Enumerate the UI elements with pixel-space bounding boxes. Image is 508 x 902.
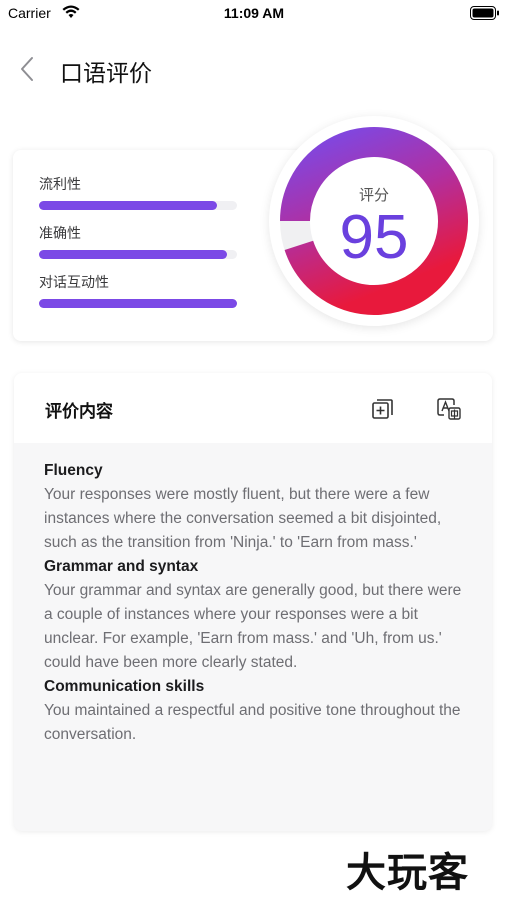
metric-fill-interaction [39,299,237,308]
evaluation-header: 评价内容 [14,373,492,443]
section-heading-communication: Communication skills [44,678,205,695]
status-bar: Carrier 11:09 AM [0,0,508,26]
evaluation-body: Fluency Your responses were mostly fluen… [44,459,464,747]
translate-button[interactable] [435,395,463,423]
copy-add-icon [372,399,393,419]
evaluation-card: 评价内容 Fluency Your responses were mostly … [14,373,492,831]
back-button[interactable] [14,52,44,86]
section-text-fluency: Your responses were mostly fluent, but t… [44,486,442,551]
metric-bar-fluency [39,201,237,210]
score-ring: 评分 95 [269,116,479,326]
evaluation-title: 评价内容 [45,402,113,422]
copy-button[interactable] [369,395,397,423]
score-label: 评分 [358,186,389,204]
metric-label-interaction: 对话互动性 [39,275,109,291]
status-time: 11:09 AM [223,5,285,21]
metric-label-fluency: 流利性 [39,177,81,193]
watermark-logo: 大玩客 [346,850,469,896]
metric-bar-interaction [39,299,237,308]
translate-icon [437,398,461,420]
section-heading-grammar: Grammar and syntax [44,558,199,575]
score-value: 95 [339,203,409,272]
metric-fill-accuracy [39,250,228,259]
section-text-communication: You maintained a respectful and positive… [44,702,461,743]
section-text-grammar: Your grammar and syntax are generally go… [44,582,462,671]
chevron-left-icon [21,57,33,81]
metric-fill-fluency [39,201,218,210]
section-heading-fluency: Fluency [44,462,103,479]
metric-bar-accuracy [39,250,237,259]
page-title: 口语评价 [60,61,152,87]
metric-label-accuracy: 准确性 [39,226,81,242]
battery-icon [470,6,500,23]
